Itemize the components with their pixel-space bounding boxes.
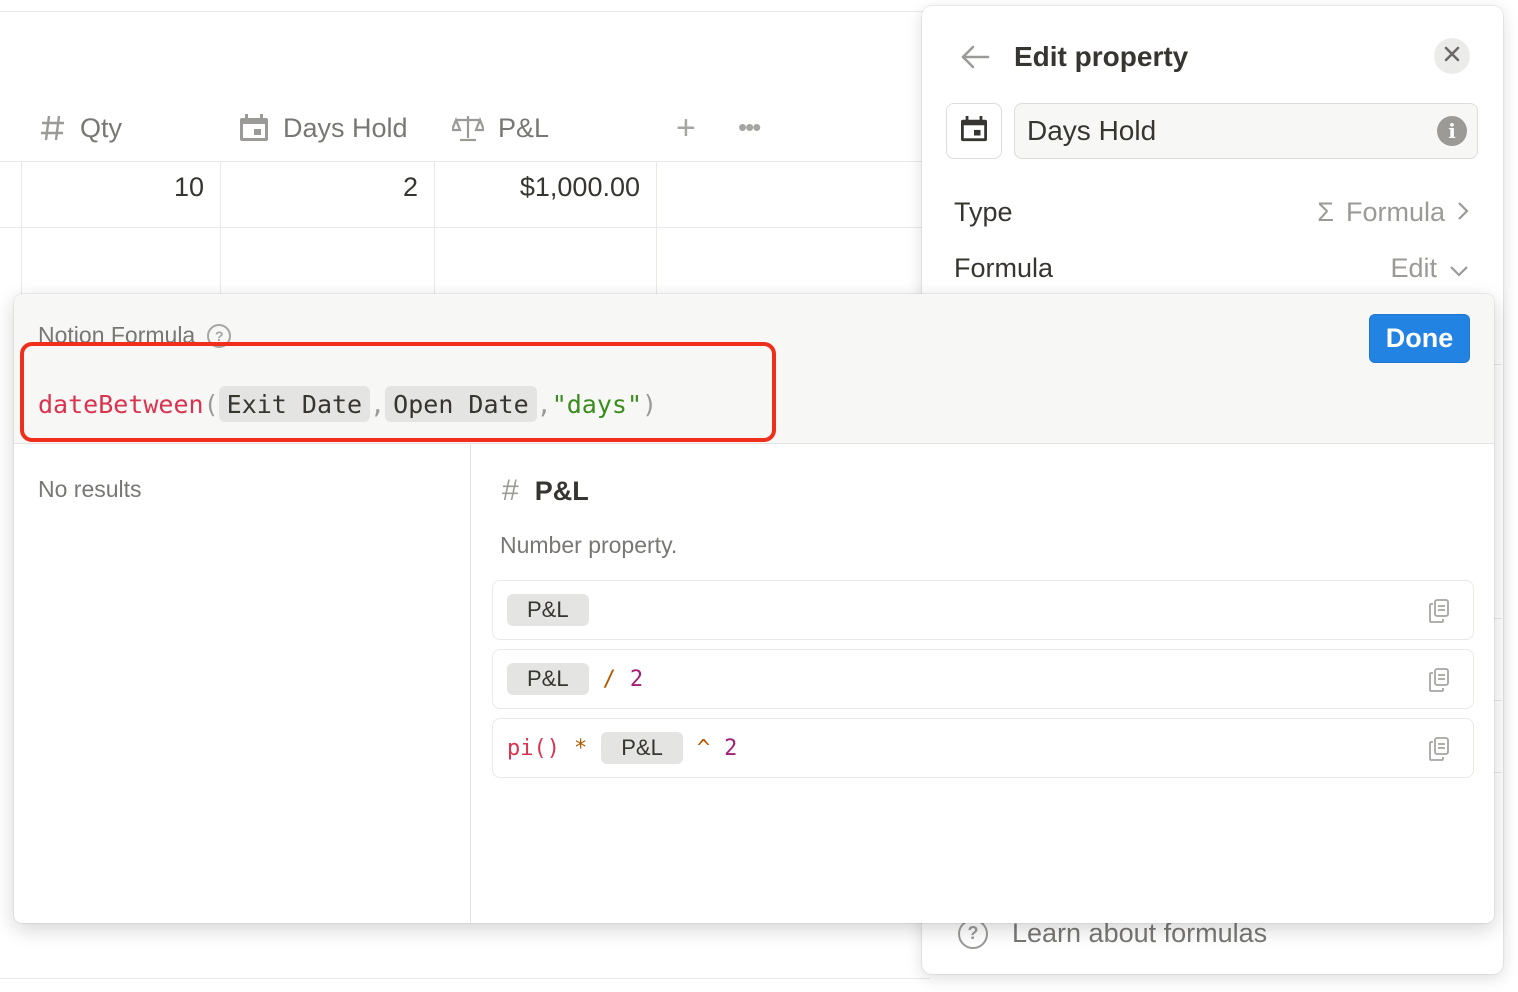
bottom-divider — [0, 978, 930, 979]
example-row[interactable]: P&L / 2 — [492, 649, 1474, 709]
number-literal: 2 — [724, 735, 738, 761]
close-button[interactable] — [1434, 38, 1470, 74]
formula-input[interactable]: dateBetween ( Exit Date , Open Date , "d… — [38, 386, 657, 422]
back-arrow-icon[interactable] — [960, 44, 990, 70]
pane-divider — [470, 444, 471, 923]
column-divider — [220, 162, 221, 294]
formula-row[interactable]: Formula Edit — [954, 248, 1469, 288]
column-divider — [656, 162, 657, 294]
add-column-button[interactable]: + — [676, 110, 696, 146]
column-divider — [434, 162, 435, 294]
help-icon: ? — [958, 918, 988, 949]
formula-open-paren: ( — [203, 389, 219, 419]
property-chip-pnl: P&L — [507, 663, 589, 695]
property-name-input[interactable]: Days Hold i — [1014, 103, 1478, 159]
property-chip-pnl: P&L — [507, 594, 589, 626]
formula-editor: Notion Formula ? Done dateBetween ( Exit… — [14, 294, 1494, 923]
property-name-value: Days Hold — [1027, 115, 1157, 146]
function-pi: pi() — [507, 735, 560, 761]
formula-function: dateBetween — [38, 389, 204, 419]
scale-icon — [452, 114, 484, 142]
column-divider — [21, 162, 22, 294]
row-divider — [0, 161, 922, 162]
operator-divide: / — [602, 666, 616, 692]
column-header-qty[interactable]: Qty — [40, 108, 122, 148]
cell-days-hold[interactable]: 2 — [330, 172, 418, 203]
column-header-pnl[interactable]: P&L — [452, 108, 549, 148]
operator-multiply: * — [573, 735, 588, 761]
column-header-label: Qty — [80, 112, 123, 143]
more-options-button[interactable]: ••• — [738, 112, 761, 142]
number-literal: 2 — [629, 666, 644, 692]
chevron-right-icon — [1457, 197, 1469, 228]
example-row[interactable]: pi() * P&L ^ 2 — [492, 718, 1474, 778]
example-row[interactable]: P&L — [492, 580, 1474, 640]
no-results-text: No results — [38, 476, 142, 502]
sigma-icon: Σ — [1317, 196, 1334, 227]
row-divider — [0, 227, 922, 228]
cell-pnl[interactable]: $1,000.00 — [460, 172, 640, 203]
chevron-down-icon — [1449, 253, 1469, 284]
property-chip-pnl: P&L — [601, 732, 683, 764]
top-divider — [0, 11, 930, 12]
formula-edit-value: Edit — [1390, 252, 1437, 283]
cell-qty[interactable]: 10 — [120, 172, 204, 203]
detail-title-text: P&L — [534, 475, 589, 506]
property-chip-open-date[interactable]: Open Date — [385, 386, 537, 422]
formula-string-arg: "days" — [551, 389, 643, 419]
copy-icon[interactable] — [1429, 668, 1449, 698]
column-header-days-hold[interactable]: Days Hold — [239, 108, 408, 148]
type-row[interactable]: Type Σ Formula — [954, 192, 1469, 232]
type-value: Formula — [1345, 196, 1445, 227]
formula-close-paren: ) — [642, 389, 658, 419]
copy-icon[interactable] — [1429, 737, 1449, 767]
property-chip-exit-date[interactable]: Exit Date — [218, 386, 371, 422]
formula-label: Formula — [954, 252, 1054, 283]
hash-icon: # — [502, 474, 519, 507]
calendar-icon — [960, 115, 988, 147]
hash-icon — [40, 114, 66, 142]
calendar-icon — [239, 114, 269, 142]
detail-description: Number property. — [500, 532, 678, 558]
formula-comma: , — [536, 389, 552, 419]
panel-title: Edit property — [1014, 41, 1189, 72]
column-header-label: Days Hold — [283, 112, 408, 143]
info-icon[interactable]: i — [1437, 116, 1467, 146]
column-header-label: P&L — [498, 112, 550, 143]
property-icon-picker[interactable] — [946, 103, 1002, 159]
close-icon — [1444, 46, 1460, 67]
operator-power: ^ — [696, 735, 711, 761]
detail-title: # P&L — [502, 474, 589, 508]
done-button[interactable]: Done — [1369, 314, 1470, 363]
copy-icon[interactable] — [1429, 599, 1449, 629]
formula-comma: , — [370, 389, 386, 419]
type-label: Type — [954, 196, 1013, 227]
